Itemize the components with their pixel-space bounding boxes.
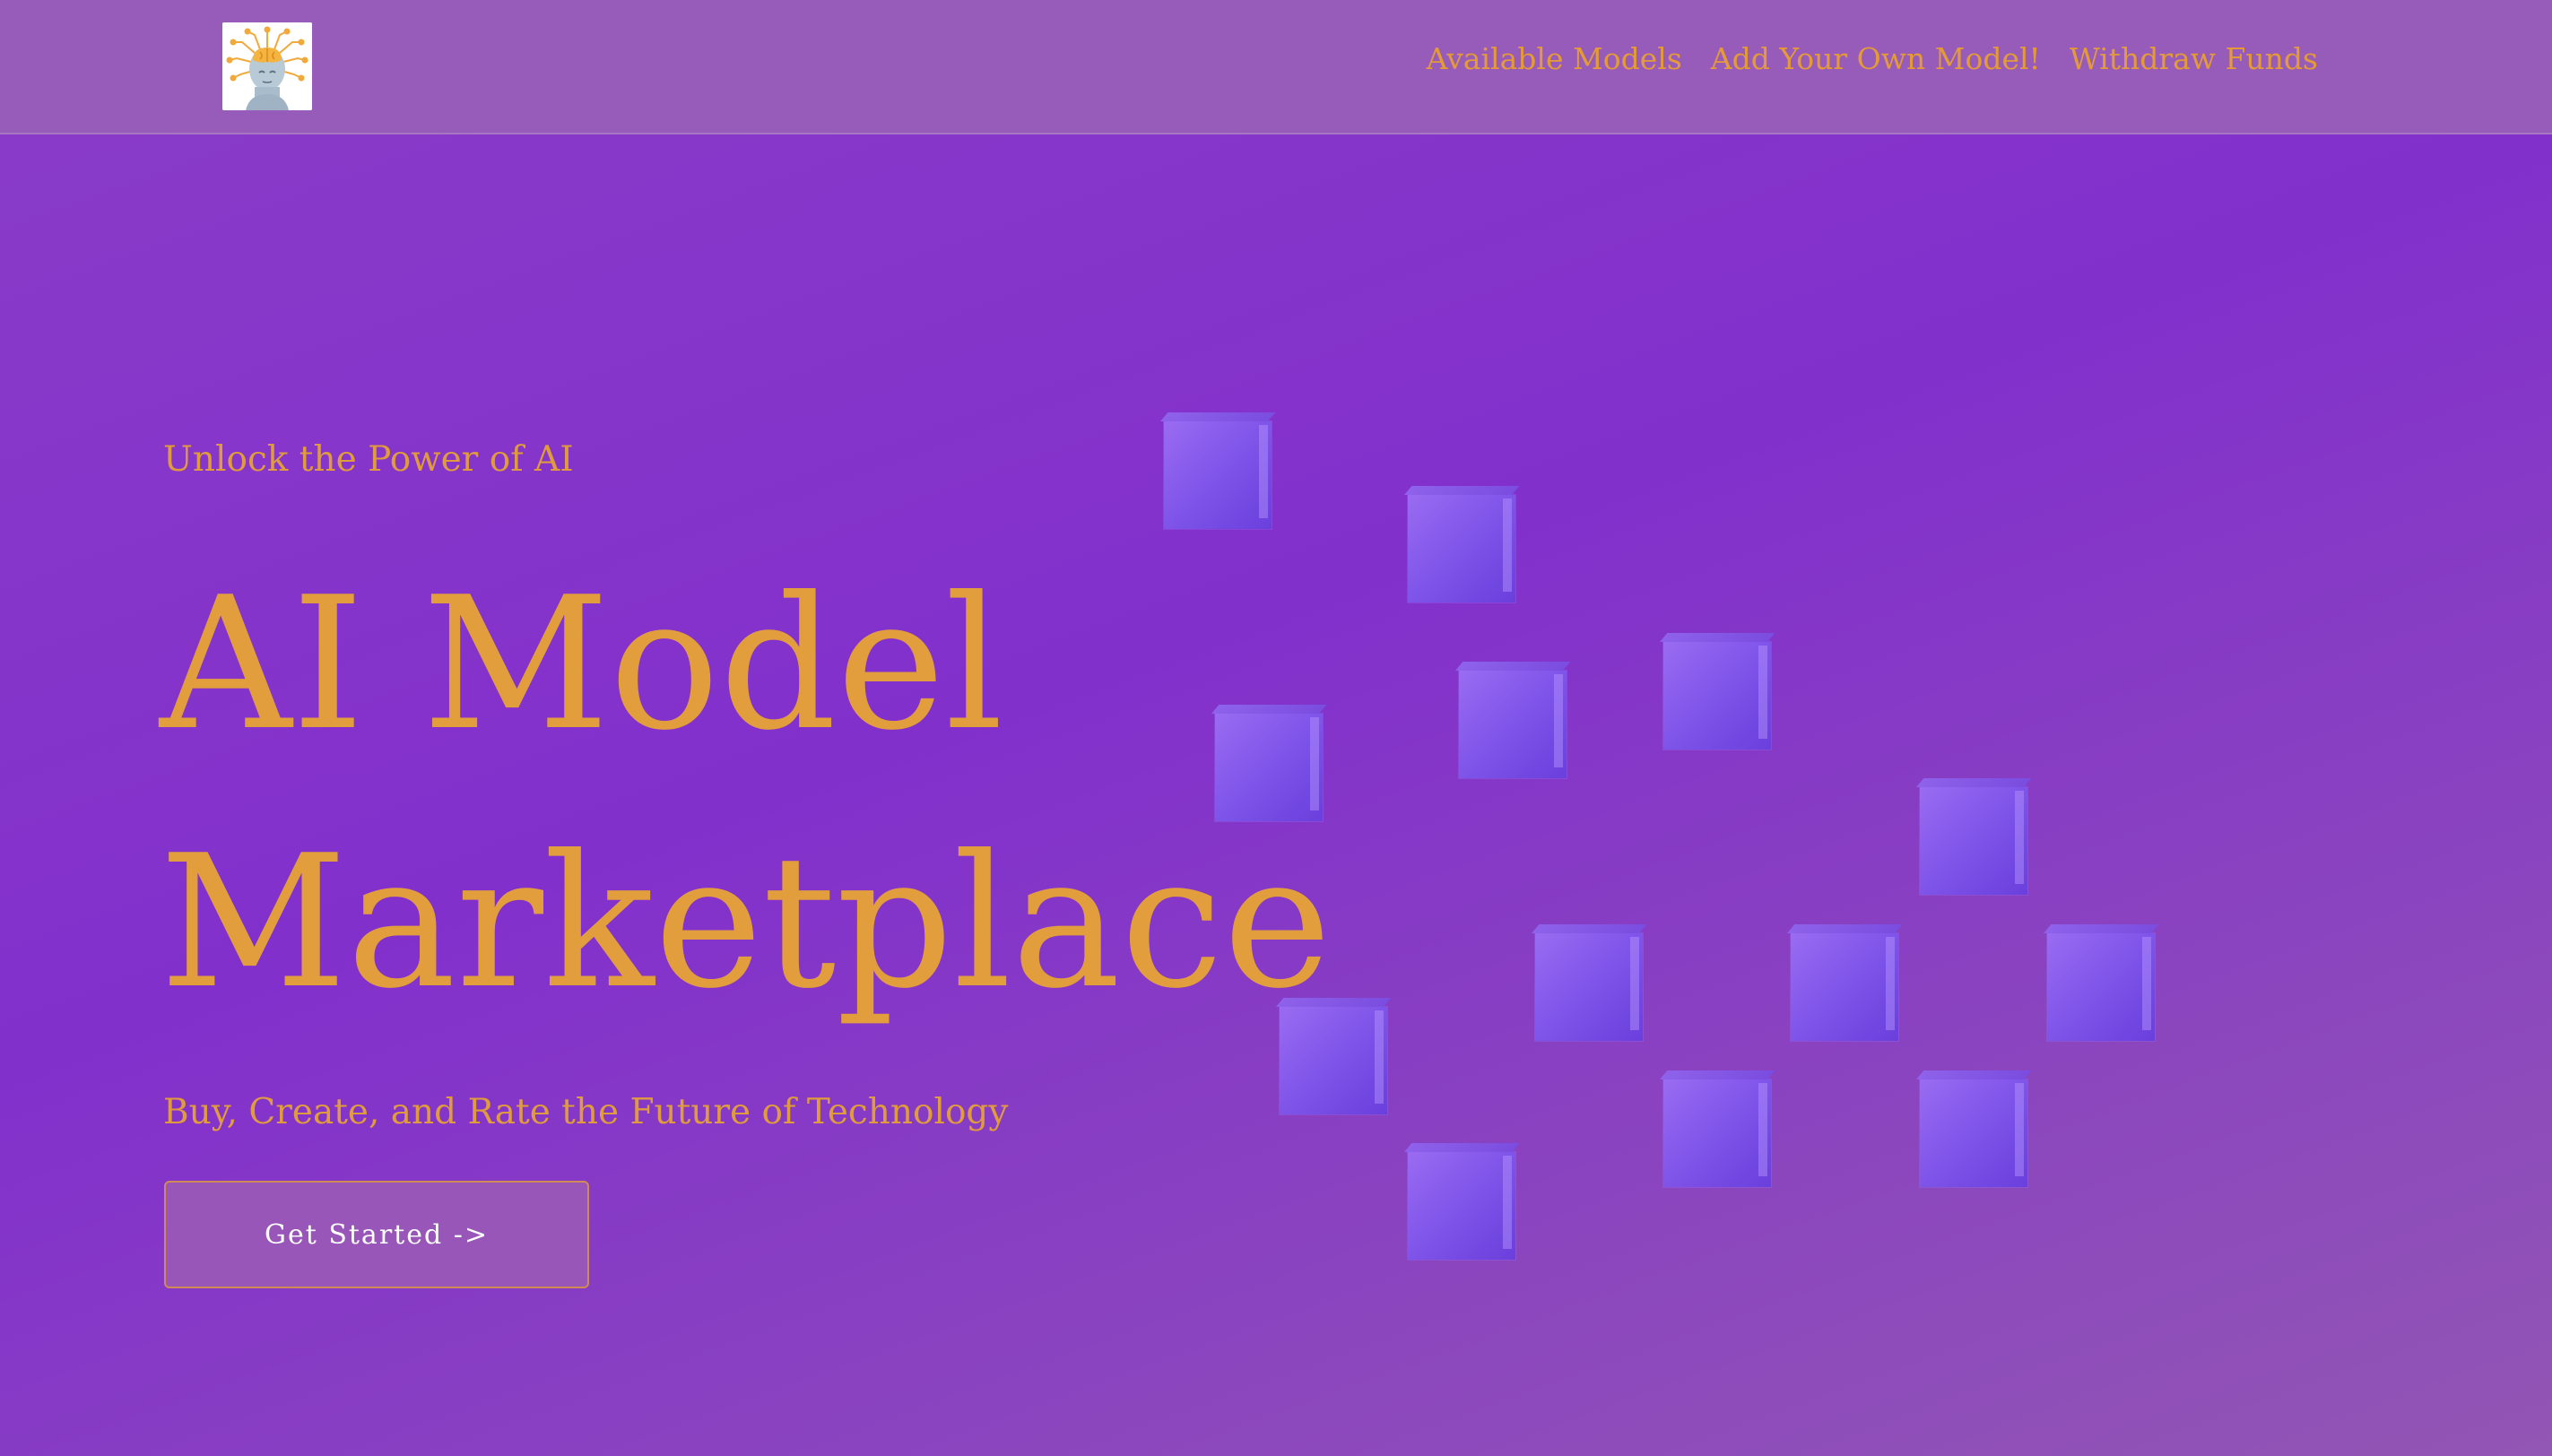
cube-icon [1164, 421, 1272, 529]
nav-link-withdraw-funds[interactable]: Withdraw Funds [2070, 41, 2318, 76]
hero-headline: AI Model Marketplace [160, 536, 1332, 1053]
ai-head-logo-icon[interactable] [222, 22, 312, 110]
nav-link-add-your-own-model[interactable]: Add Your Own Model! [1711, 41, 2041, 76]
cube-icon [1408, 495, 1515, 602]
cube-icon [1920, 1079, 2027, 1187]
nav-links: Available Models Add Your Own Model! Wit… [1427, 41, 2318, 76]
cube-icon [1791, 933, 1898, 1041]
cube-icon [2047, 933, 2155, 1041]
nav-link-available-models[interactable]: Available Models [1427, 41, 1682, 76]
headline-line-1: AI Model [160, 559, 1004, 771]
hero-eyebrow: Unlock the Power of AI [163, 439, 574, 480]
cube-icon [1459, 671, 1567, 778]
cube-icon [1663, 1079, 1771, 1187]
cube-icon [1663, 642, 1771, 750]
cube-icon [1408, 1152, 1515, 1260]
navbar: Available Models Add Your Own Model! Wit… [0, 0, 2552, 134]
cube-icon [1535, 933, 1643, 1041]
hero-subtitle: Buy, Create, and Rate the Future of Tech… [163, 1092, 1009, 1132]
headline-line-2: Marketplace [160, 817, 1332, 1029]
cube-icon [1920, 787, 2027, 895]
get-started-button[interactable]: Get Started -> [164, 1181, 589, 1288]
